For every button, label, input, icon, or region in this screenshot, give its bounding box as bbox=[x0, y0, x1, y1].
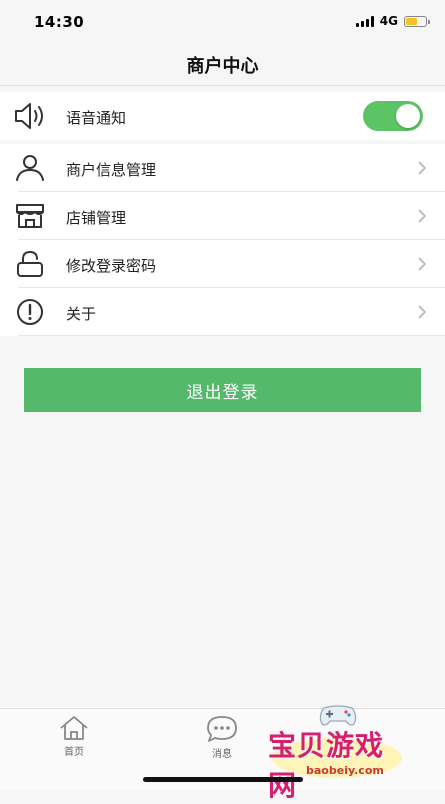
menu-item-label: 关于 bbox=[66, 305, 97, 323]
watermark-url: baobeiy.com bbox=[306, 764, 384, 777]
speaker-icon bbox=[14, 102, 46, 130]
battery-icon bbox=[404, 15, 430, 27]
menu-item-change-password[interactable]: 修改登录密码 bbox=[0, 240, 445, 288]
menu-item-merchant-info[interactable]: 商户信息管理 bbox=[0, 144, 445, 192]
chat-icon bbox=[192, 715, 252, 743]
home-indicator[interactable] bbox=[143, 777, 303, 782]
status-time: 14:30 bbox=[34, 13, 85, 31]
voice-notification-toggle[interactable] bbox=[363, 101, 423, 131]
divider bbox=[18, 335, 445, 336]
info-icon bbox=[14, 298, 46, 326]
status-bar: 14:30 4G bbox=[0, 0, 445, 44]
store-icon bbox=[14, 202, 46, 230]
signal-icon bbox=[355, 15, 374, 27]
menu-item-label: 商户信息管理 bbox=[66, 161, 157, 179]
chevron-right-icon bbox=[417, 160, 427, 176]
nav-bar: 商户中心 bbox=[0, 44, 445, 86]
voice-notification-label: 语音通知 bbox=[66, 109, 127, 127]
chevron-right-icon bbox=[417, 208, 427, 224]
network-type: 4G bbox=[379, 14, 398, 28]
lock-icon bbox=[14, 250, 46, 278]
tab-messages-label: 消息 bbox=[212, 749, 232, 760]
user-icon bbox=[14, 154, 46, 182]
menu-item-label: 修改登录密码 bbox=[66, 257, 157, 275]
chevron-right-icon bbox=[417, 304, 427, 320]
menu-item-store[interactable]: 店铺管理 bbox=[0, 192, 445, 240]
menu-item-label: 店铺管理 bbox=[66, 209, 127, 227]
battery-level bbox=[406, 17, 418, 25]
watermark-logo: 宝贝游戏网 baobeiy.com bbox=[262, 702, 412, 802]
toggle-knob bbox=[396, 104, 420, 128]
page-title: 商户中心 bbox=[186, 56, 259, 77]
tab-home[interactable]: 首页 bbox=[44, 715, 104, 758]
tab-messages[interactable]: 消息 bbox=[192, 715, 252, 760]
status-indicators: 4G bbox=[355, 14, 430, 28]
home-icon bbox=[44, 715, 104, 741]
logout-button[interactable]: 退出登录 bbox=[24, 368, 421, 412]
chevron-right-icon bbox=[417, 256, 427, 272]
tab-home-label: 首页 bbox=[64, 747, 84, 758]
menu-item-about[interactable]: 关于 bbox=[0, 288, 445, 336]
voice-notification-row: 语音通知 bbox=[0, 92, 445, 140]
